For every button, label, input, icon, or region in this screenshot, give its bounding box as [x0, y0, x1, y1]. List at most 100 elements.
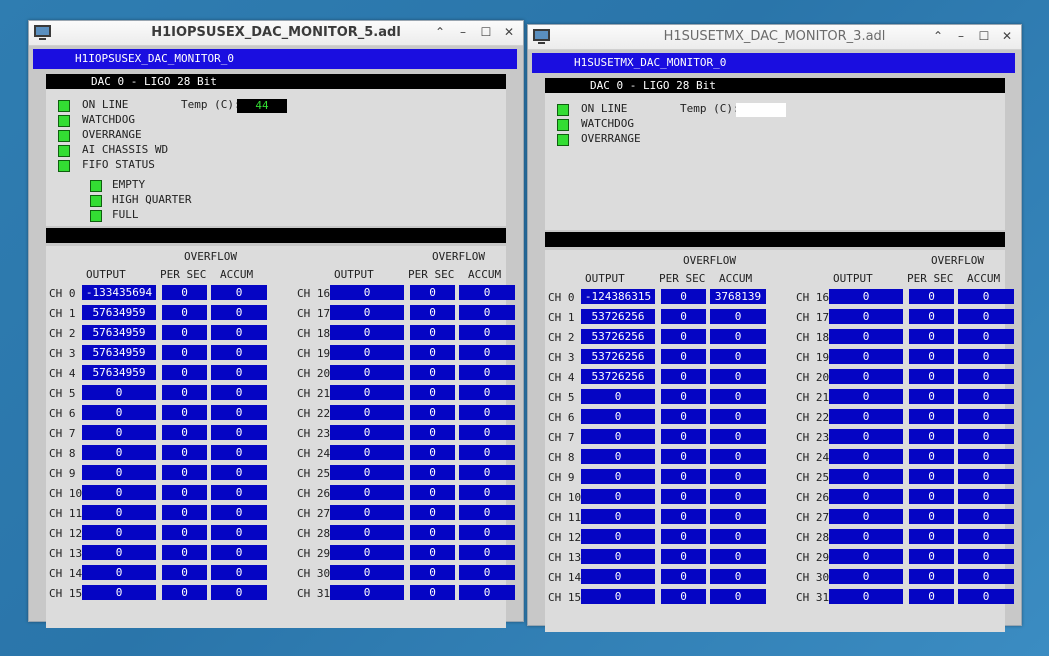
channel-output-value[interactable]: 0 [330, 585, 404, 600]
channel-per-sec-value[interactable]: 0 [909, 489, 954, 504]
channel-output-value[interactable]: 0 [82, 445, 156, 460]
channel-per-sec-value[interactable]: 0 [162, 345, 207, 360]
close-icon[interactable]: ✕ [502, 25, 516, 39]
channel-per-sec-value[interactable]: 0 [162, 425, 207, 440]
channel-per-sec-value[interactable]: 0 [661, 289, 706, 304]
channel-per-sec-value[interactable]: 0 [661, 309, 706, 324]
channel-per-sec-value[interactable]: 0 [909, 389, 954, 404]
channel-output-value[interactable]: 0 [829, 449, 903, 464]
channel-per-sec-value[interactable]: 0 [162, 505, 207, 520]
minimize-icon[interactable]: – [954, 29, 968, 43]
channel-per-sec-value[interactable]: 0 [410, 505, 455, 520]
channel-output-value[interactable]: 0 [829, 429, 903, 444]
channel-per-sec-value[interactable]: 0 [909, 429, 954, 444]
channel-accum-value[interactable]: 0 [958, 469, 1014, 484]
channel-accum-value[interactable]: 0 [958, 529, 1014, 544]
channel-per-sec-value[interactable]: 0 [162, 305, 207, 320]
channel-output-value[interactable]: 0 [581, 589, 655, 604]
channel-accum-value[interactable]: 0 [211, 545, 267, 560]
channel-per-sec-value[interactable]: 0 [909, 589, 954, 604]
channel-output-value[interactable]: 0 [330, 325, 404, 340]
channel-accum-value[interactable]: 0 [710, 529, 766, 544]
channel-per-sec-value[interactable]: 0 [661, 509, 706, 524]
channel-accum-value[interactable]: 0 [211, 485, 267, 500]
channel-accum-value[interactable]: 3768139 [710, 289, 766, 304]
channel-accum-value[interactable]: 0 [211, 465, 267, 480]
channel-output-value[interactable]: 53726256 [581, 309, 655, 324]
channel-output-value[interactable]: 0 [330, 445, 404, 460]
dac-monitor-window-etmx[interactable]: H1SUSETMX_DAC_MONITOR_3.adl ⌃ – ☐ ✕ H1SU… [527, 24, 1022, 632]
channel-accum-value[interactable]: 0 [958, 569, 1014, 584]
channel-accum-value[interactable]: 0 [958, 409, 1014, 424]
channel-accum-value[interactable]: 0 [459, 525, 515, 540]
channel-output-value[interactable]: 0 [829, 469, 903, 484]
channel-per-sec-value[interactable]: 0 [661, 369, 706, 384]
channel-accum-value[interactable]: 0 [211, 365, 267, 380]
channel-output-value[interactable]: 0 [82, 425, 156, 440]
channel-accum-value[interactable]: 0 [958, 289, 1014, 304]
channel-accum-value[interactable]: 0 [211, 445, 267, 460]
title-bar[interactable]: H1SUSETMX_DAC_MONITOR_3.adl ⌃ – ☐ ✕ [528, 25, 1021, 50]
channel-accum-value[interactable]: 0 [958, 389, 1014, 404]
channel-per-sec-value[interactable]: 0 [410, 285, 455, 300]
channel-output-value[interactable]: 0 [82, 505, 156, 520]
channel-accum-value[interactable]: 0 [459, 505, 515, 520]
channel-per-sec-value[interactable]: 0 [410, 445, 455, 460]
channel-output-value[interactable]: 0 [829, 329, 903, 344]
channel-accum-value[interactable]: 0 [459, 465, 515, 480]
channel-per-sec-value[interactable]: 0 [410, 385, 455, 400]
channel-accum-value[interactable]: 0 [459, 345, 515, 360]
channel-output-value[interactable]: 0 [829, 289, 903, 304]
channel-output-value[interactable]: 0 [829, 349, 903, 364]
channel-per-sec-value[interactable]: 0 [410, 345, 455, 360]
channel-accum-value[interactable]: 0 [710, 349, 766, 364]
channel-per-sec-value[interactable]: 0 [661, 589, 706, 604]
channel-per-sec-value[interactable]: 0 [162, 405, 207, 420]
channel-accum-value[interactable]: 0 [211, 405, 267, 420]
channel-accum-value[interactable]: 0 [459, 325, 515, 340]
channel-per-sec-value[interactable]: 0 [909, 309, 954, 324]
channel-output-value[interactable]: 0 [82, 405, 156, 420]
channel-per-sec-value[interactable]: 0 [162, 485, 207, 500]
channel-output-value[interactable]: 0 [330, 385, 404, 400]
channel-per-sec-value[interactable]: 0 [162, 565, 207, 580]
channel-accum-value[interactable]: 0 [710, 549, 766, 564]
channel-per-sec-value[interactable]: 0 [410, 545, 455, 560]
channel-accum-value[interactable]: 0 [459, 485, 515, 500]
channel-output-value[interactable]: 0 [581, 509, 655, 524]
channel-per-sec-value[interactable]: 0 [661, 529, 706, 544]
channel-accum-value[interactable]: 0 [958, 549, 1014, 564]
maximize-icon[interactable]: ☐ [977, 29, 991, 43]
channel-per-sec-value[interactable]: 0 [162, 445, 207, 460]
channel-output-value[interactable]: 0 [82, 385, 156, 400]
channel-per-sec-value[interactable]: 0 [162, 585, 207, 600]
channel-accum-value[interactable]: 0 [958, 489, 1014, 504]
maximize-icon[interactable]: ☐ [479, 25, 493, 39]
channel-per-sec-value[interactable]: 0 [410, 325, 455, 340]
channel-per-sec-value[interactable]: 0 [909, 469, 954, 484]
channel-per-sec-value[interactable]: 0 [909, 549, 954, 564]
channel-per-sec-value[interactable]: 0 [410, 585, 455, 600]
channel-accum-value[interactable]: 0 [710, 489, 766, 504]
channel-accum-value[interactable]: 0 [211, 585, 267, 600]
channel-output-value[interactable]: 0 [829, 569, 903, 584]
channel-per-sec-value[interactable]: 0 [410, 525, 455, 540]
channel-output-value[interactable]: 0 [82, 525, 156, 540]
channel-output-value[interactable]: 0 [829, 529, 903, 544]
channel-accum-value[interactable]: 0 [958, 429, 1014, 444]
channel-output-value[interactable]: 0 [330, 365, 404, 380]
channel-accum-value[interactable]: 0 [459, 385, 515, 400]
channel-output-value[interactable]: 0 [330, 505, 404, 520]
channel-output-value[interactable]: 0 [829, 369, 903, 384]
channel-output-value[interactable]: 0 [581, 569, 655, 584]
channel-output-value[interactable]: 0 [330, 425, 404, 440]
channel-accum-value[interactable]: 0 [211, 305, 267, 320]
channel-per-sec-value[interactable]: 0 [410, 405, 455, 420]
channel-output-value[interactable]: 0 [581, 449, 655, 464]
channel-accum-value[interactable]: 0 [710, 429, 766, 444]
channel-accum-value[interactable]: 0 [710, 329, 766, 344]
channel-output-value[interactable]: -124386315 [581, 289, 655, 304]
channel-output-value[interactable]: 0 [829, 309, 903, 324]
channel-accum-value[interactable]: 0 [459, 365, 515, 380]
channel-output-value[interactable]: 0 [82, 485, 156, 500]
